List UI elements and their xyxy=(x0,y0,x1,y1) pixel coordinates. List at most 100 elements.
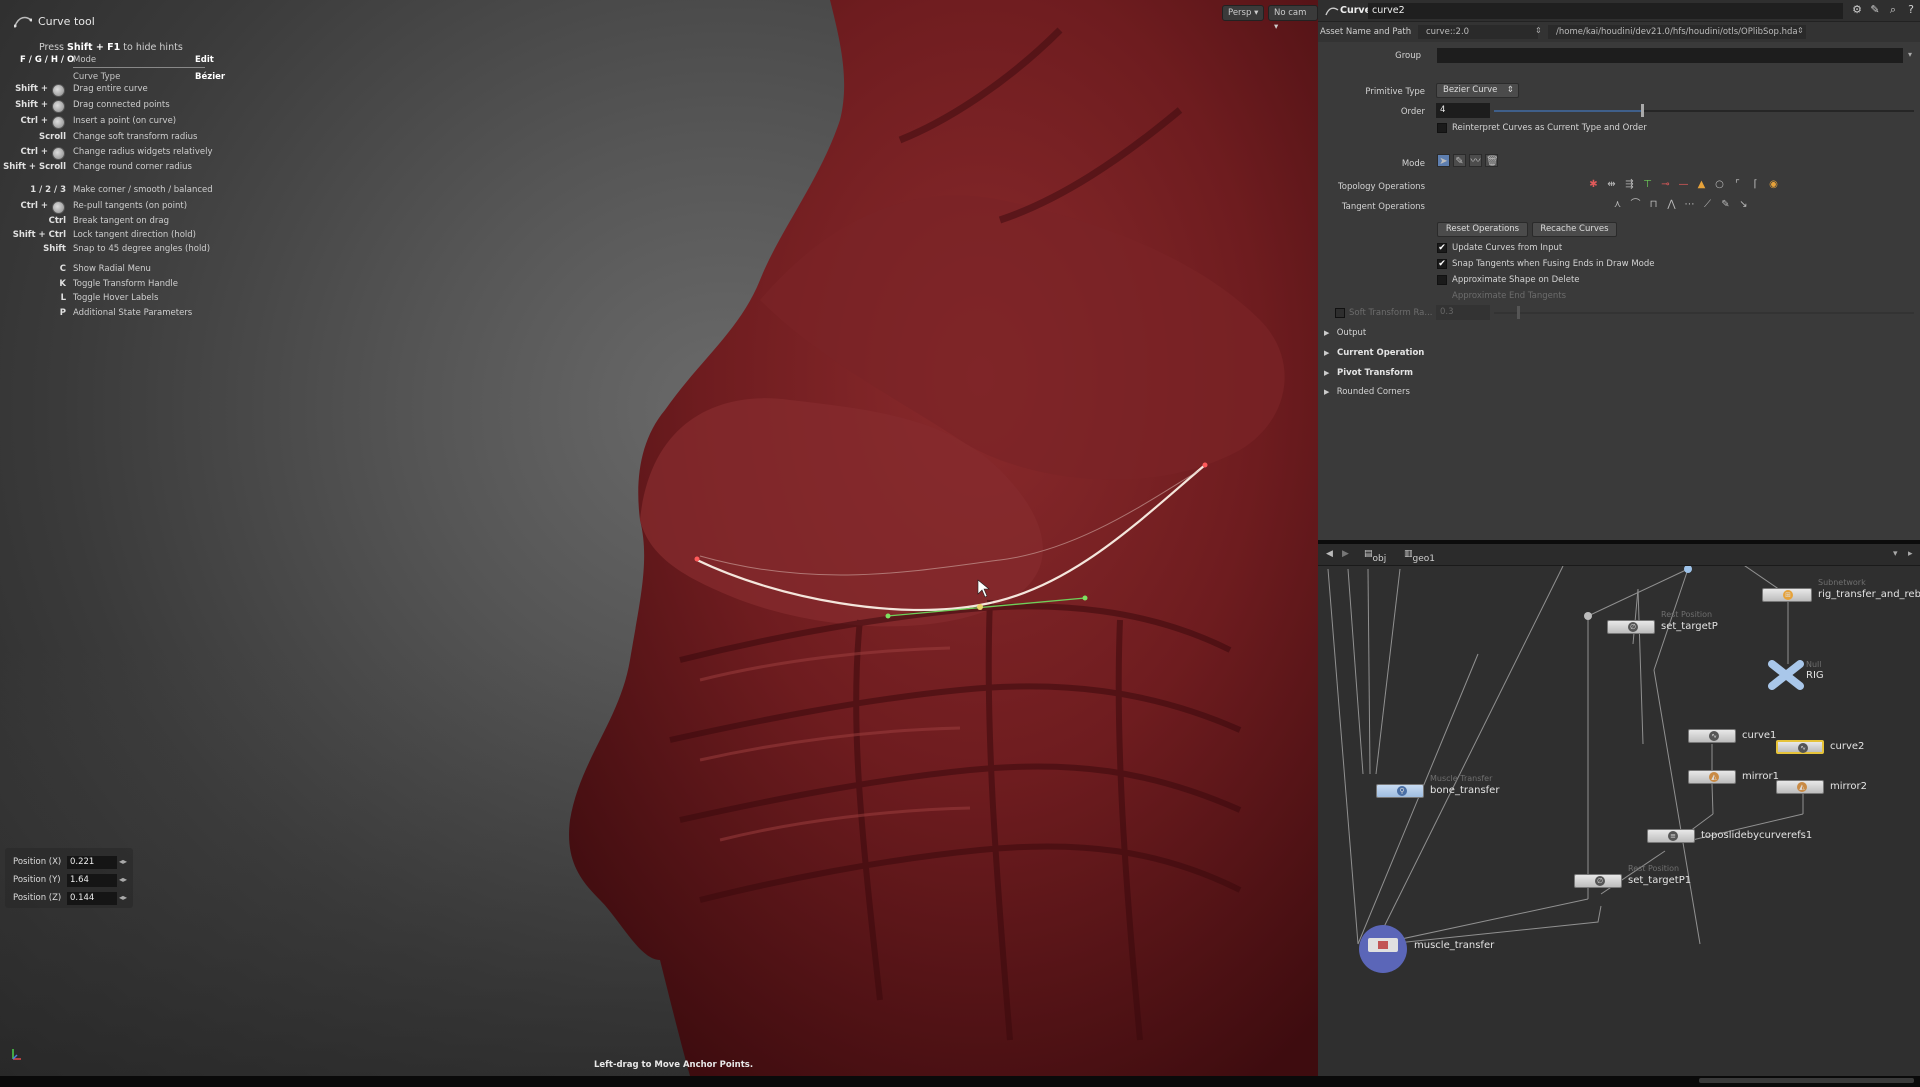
corner-tangent-icon[interactable]: ⋏ xyxy=(1611,198,1624,211)
remove-icon[interactable]: — xyxy=(1677,178,1690,191)
asset-name-spinner-icon[interactable]: ⇕ xyxy=(1535,26,1542,35)
snap-tangents-label: Snap Tangents when Fusing Ends in Draw M… xyxy=(1452,259,1655,269)
primitive-type-menu[interactable]: Bezier Curve ⇕ xyxy=(1436,83,1519,98)
geo-crumb[interactable]: ▥ geo1 xyxy=(1404,549,1435,564)
position-x-jog-icon[interactable]: ◂▸ xyxy=(119,857,129,868)
hint-key: L xyxy=(60,293,66,303)
position-y-jog-icon[interactable]: ◂▸ xyxy=(119,875,129,886)
order-slider-knob[interactable] xyxy=(1641,104,1644,117)
reverse-icon[interactable]: ◉ xyxy=(1767,178,1780,191)
geo-crumb-label: geo1 xyxy=(1412,554,1435,564)
unlock-tangent-icon[interactable]: ⋯ xyxy=(1683,198,1696,211)
freehand-mode-icon[interactable]: 〰 xyxy=(1469,154,1482,167)
folder-pivot-transform[interactable]: ▶ Pivot Transform xyxy=(1324,368,1413,378)
tangent-label: Tangent Operations xyxy=(1341,202,1425,212)
folder-output[interactable]: ▶ Output xyxy=(1324,328,1366,338)
recache-curves-button[interactable]: Recache Curves xyxy=(1532,222,1617,237)
snap-tangents-checkbox[interactable]: ✔ xyxy=(1437,259,1447,269)
split-icon[interactable]: ⇹ xyxy=(1605,178,1618,191)
reset-operations-button[interactable]: Reset Operations xyxy=(1437,222,1528,237)
edit-icon[interactable]: ✎ xyxy=(1869,4,1881,16)
approx-shape-checkbox[interactable] xyxy=(1437,275,1447,285)
hint-row: 1 / 2 / 3 Make corner / smooth / balanced xyxy=(0,185,230,199)
cut-icon[interactable]: ⊸ xyxy=(1659,178,1672,191)
soft-transform-label: Soft Transform Ra... xyxy=(1349,308,1433,318)
help-icon[interactable]: ? xyxy=(1905,4,1917,16)
camera-menu-button[interactable]: No cam ▾ xyxy=(1268,5,1318,32)
break-tangent-icon[interactable]: ⋀ xyxy=(1665,198,1678,211)
position-x-field[interactable]: 0.221 xyxy=(67,856,117,869)
mirror-icon: ◭ xyxy=(1797,782,1807,792)
balanced-tangent-icon[interactable]: ⊓ xyxy=(1647,198,1660,211)
join-icon[interactable]: ⇶ xyxy=(1623,178,1636,191)
folder-rounded-corners[interactable]: ▶ Rounded Corners xyxy=(1324,387,1410,397)
folder-current-operation[interactable]: ▶ Current Operation xyxy=(1324,348,1424,358)
scene-viewport[interactable]: Curve tool Press Shift + F1 to hide hint… xyxy=(0,0,1318,1076)
hint-row: Scroll Change soft transform radius xyxy=(0,132,230,146)
asset-path-field[interactable]: /home/kai/houdini/dev21.0/hfs/houdini/ot… xyxy=(1548,25,1806,39)
hint-key: Ctrl xyxy=(48,216,66,226)
forward-arrow-icon[interactable]: ▶ xyxy=(1342,549,1349,559)
position-z-field[interactable]: 0.144 xyxy=(67,892,117,905)
path-more-icon[interactable]: ▸ xyxy=(1908,549,1913,559)
insert-point-icon[interactable]: ⊤ xyxy=(1641,178,1654,191)
pin-tangent-icon[interactable]: ✎ xyxy=(1719,198,1732,211)
soft-transform-slider-track[interactable] xyxy=(1494,312,1914,314)
folder-rounded-corners-label: Rounded Corners xyxy=(1336,387,1410,397)
straighten-tangent-icon[interactable]: ⟋ xyxy=(1701,198,1714,211)
network-editor[interactable]: ◀ ▶ ▤ obj ▥ geo1 ▾ ▸ ⊞ Subnetwork rig_tr… xyxy=(1318,544,1920,1076)
reinterpret-checkbox[interactable] xyxy=(1437,123,1447,133)
node-name-field[interactable]: curve2 xyxy=(1368,3,1843,19)
position-z-jog-icon[interactable]: ◂▸ xyxy=(119,893,129,904)
hint-key: Scroll xyxy=(38,132,66,142)
position-y-field[interactable]: 1.64 xyxy=(67,874,117,887)
tangent-point-right xyxy=(1082,595,1088,601)
curve-end-point xyxy=(1202,462,1208,468)
repull-tangent-icon[interactable]: ↘ xyxy=(1737,198,1750,211)
node-label: set_targetP1 xyxy=(1628,875,1692,886)
update-curves-checkbox[interactable]: ✔ xyxy=(1437,243,1447,253)
group-field[interactable] xyxy=(1437,48,1903,63)
select-mode-icon[interactable]: ➤ xyxy=(1437,154,1450,167)
fuse-points-icon[interactable]: ✱ xyxy=(1587,178,1600,191)
muscle-node-icon xyxy=(1359,925,1407,973)
group-dropdown-icon[interactable]: ▾ xyxy=(1908,50,1912,59)
back-arrow-icon[interactable]: ◀ xyxy=(1326,549,1333,559)
soft-transform-checkbox[interactable] xyxy=(1335,308,1345,318)
mouse-button-icon xyxy=(52,116,65,129)
draw-mode-icon[interactable]: ✎ xyxy=(1453,154,1466,167)
bottom-scroll-bar[interactable] xyxy=(1699,1078,1914,1083)
delete-mode-icon[interactable]: 🗑 xyxy=(1485,154,1499,167)
obj-crumb[interactable]: ▤ obj xyxy=(1364,549,1386,564)
gear-icon[interactable]: ⚙ xyxy=(1851,4,1863,16)
hint-row: Ctrl + Change radius widgets relatively xyxy=(0,147,230,161)
smooth-tangent-icon[interactable]: ⌒ xyxy=(1629,198,1642,211)
circle-icon[interactable]: ○ xyxy=(1713,178,1726,191)
mode-hint-row: F / G / H / O Mode Edit xyxy=(20,55,220,68)
asset-name-field[interactable]: curve::2.0 xyxy=(1418,25,1538,39)
wrangle-icon: ∅ xyxy=(1595,876,1605,886)
soft-transform-slider-knob[interactable] xyxy=(1517,306,1520,319)
asset-label: Asset Name and Path xyxy=(1320,27,1412,37)
mouse-button-icon xyxy=(52,201,65,214)
tool-title-text: Curve tool xyxy=(38,14,95,28)
search-icon[interactable]: ⌕ xyxy=(1887,4,1899,16)
hint-description: Make corner / smooth / balanced xyxy=(73,185,213,195)
persp-menu-button[interactable]: Persp ▾ xyxy=(1222,5,1265,21)
soft-transform-field[interactable]: 0.3 xyxy=(1436,305,1490,320)
order-field[interactable]: 4 xyxy=(1436,103,1490,118)
node-label: RIG xyxy=(1806,670,1824,681)
node-label: curve2 xyxy=(1830,741,1865,752)
wire-dot[interactable] xyxy=(1584,612,1592,620)
asset-path-spinner-icon[interactable]: ⇕ xyxy=(1797,26,1804,35)
folder-output-label: Output xyxy=(1336,328,1367,338)
node-label: muscle_transfer xyxy=(1414,940,1495,951)
hint-description: Toggle Transform Handle xyxy=(73,279,178,289)
hint-row: Shift + Scroll Change round corner radius xyxy=(0,162,230,176)
primitive-type-value: Bezier Curve xyxy=(1443,85,1498,95)
round-corner-icon[interactable]: ⌈ xyxy=(1749,178,1762,191)
path-dropdown-icon[interactable]: ▾ xyxy=(1893,549,1898,559)
close-curve-icon[interactable]: ▲ xyxy=(1695,178,1708,191)
corner-icon[interactable]: ⌜ xyxy=(1731,178,1744,191)
wire-dot-blue[interactable] xyxy=(1684,565,1692,573)
